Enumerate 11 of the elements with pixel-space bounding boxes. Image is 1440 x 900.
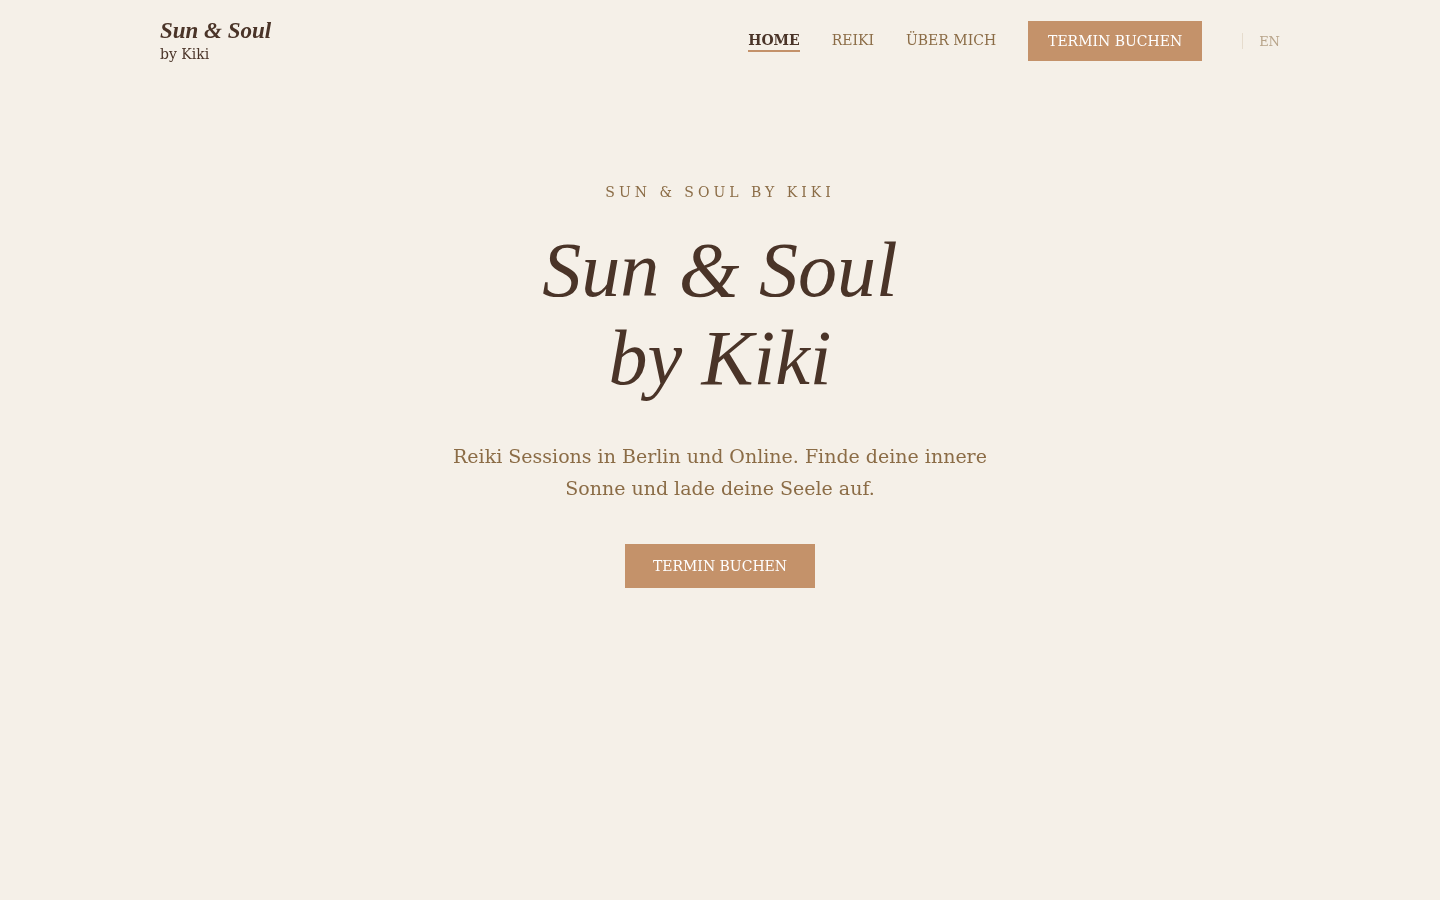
book-appointment-button[interactable]: TERMIN BUCHEN: [1028, 21, 1203, 61]
logo-subtitle: by Kiki: [160, 45, 211, 64]
hero-title: by Kiki: [608, 314, 832, 402]
hero-title: Sun & Soul: [542, 226, 898, 314]
nav-link[interactable]: ÜBER MICH: [906, 30, 997, 52]
logo-title[interactable]: Sun & Soul: [160, 18, 272, 44]
book-appointment-button[interactable]: TERMIN BUCHEN: [625, 544, 815, 588]
nav-link[interactable]: REIKI: [831, 30, 875, 52]
nav-link[interactable]: HOME: [748, 30, 800, 52]
hero-eyebrow: SUN & SOUL BY KIKI: [605, 184, 835, 200]
hero-lead: Reiki Sessions in Berlin und Online. Finde deine innere Sonne und lade deine Seele auf.: [452, 444, 988, 501]
